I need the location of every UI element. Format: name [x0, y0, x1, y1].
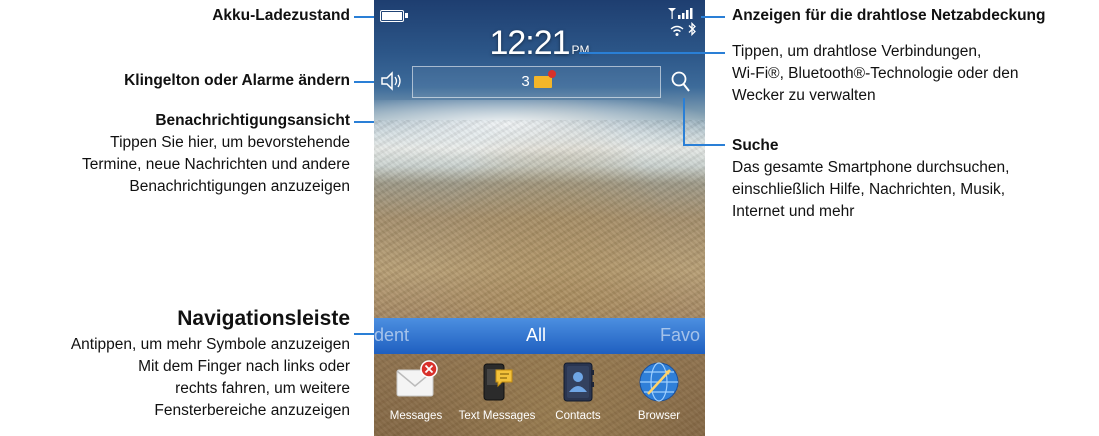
notification-count: 3: [521, 73, 530, 90]
app-contacts[interactable]: Contacts: [539, 360, 617, 422]
battery-callout: Akku-Ladezustand: [212, 7, 350, 24]
navbar-callout-desc: Antippen, um mehr Symbole anzuzeigen Mit…: [70, 336, 350, 419]
clock-time: 12:21: [489, 24, 570, 62]
signal-callout-line: [701, 16, 725, 18]
battery-icon: [380, 10, 408, 22]
signal-icon: [666, 6, 694, 19]
search-callout-desc: Das gesamte Smartphone durchsuchen, eins…: [732, 159, 1010, 220]
app-messages[interactable]: Messages: [377, 360, 455, 422]
status-clock[interactable]: 12:21 PM: [374, 24, 705, 63]
new-message-icon: [533, 70, 556, 89]
notifications-callout-desc: Tippen Sie hier, um bevorstehende Termin…: [82, 134, 350, 195]
nav-tab-next[interactable]: Favo: [660, 325, 700, 346]
app-label: Contacts: [555, 410, 601, 422]
navbar-callout-title: Navigationsleiste: [177, 307, 350, 330]
connections-callout-desc: Tippen, um drahtlose Verbindungen, Wi-Fi…: [732, 43, 1019, 104]
app-label: Text Messages: [458, 410, 536, 422]
browser-icon: [636, 360, 682, 404]
ringtone-callout: Klingelton oder Alarme ändern: [124, 72, 350, 89]
search-callout-title: Suche: [732, 137, 779, 154]
text-messages-icon: [474, 360, 520, 404]
nav-tab-prev[interactable]: dent: [374, 325, 409, 346]
ringtone-callout-line: [354, 81, 376, 83]
search-callout-line: [683, 144, 725, 146]
app-dock: Messages Text Messages Contacts Browser: [374, 354, 705, 436]
contacts-icon: [555, 360, 601, 404]
notifications-callout-title: Benachrichtigungsansicht: [155, 112, 350, 129]
search-icon[interactable]: [670, 70, 692, 94]
search-callout-vline: [683, 98, 685, 146]
app-text-messages[interactable]: Text Messages: [458, 360, 536, 422]
app-label: Browser: [637, 410, 681, 422]
navigation-bar[interactable]: dent All Favo: [374, 318, 705, 354]
connections-callout-line: [579, 52, 725, 54]
signal-callout: Anzeigen für die drahtlose Netzabdeckung: [732, 7, 1046, 24]
app-label: Messages: [389, 410, 443, 422]
speaker-icon[interactable]: [380, 70, 406, 92]
app-browser[interactable]: Browser: [620, 360, 698, 422]
messages-icon: [393, 360, 439, 404]
nav-tab-all[interactable]: All: [526, 325, 546, 346]
clock-ampm: PM: [571, 43, 590, 57]
phone-home-screen: 12:21 PM 3 dent All Favo Messages Text M…: [374, 0, 705, 436]
notification-bar[interactable]: 3: [412, 66, 661, 98]
